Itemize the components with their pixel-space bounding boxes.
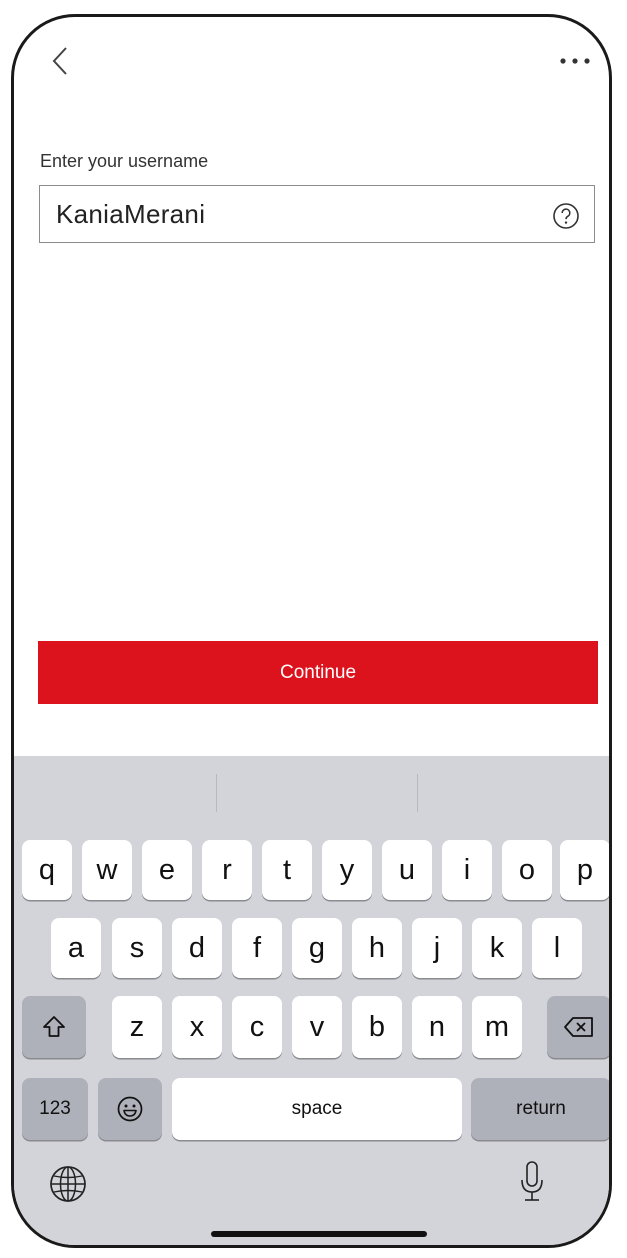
username-value[interactable]: KaniaMerani (56, 199, 205, 230)
space-key[interactable]: space (172, 1078, 462, 1140)
key-l[interactable]: l (532, 918, 582, 978)
globe-icon (50, 1166, 86, 1202)
return-key[interactable]: return (471, 1078, 609, 1140)
globe-button[interactable] (48, 1164, 88, 1204)
emoji-icon (117, 1096, 143, 1122)
back-button[interactable] (50, 45, 72, 77)
key-z[interactable]: z (112, 996, 162, 1058)
key-j[interactable]: j (412, 918, 462, 978)
shift-key[interactable] (22, 996, 86, 1058)
key-p[interactable]: p (560, 840, 609, 900)
key-g[interactable]: g (292, 918, 342, 978)
numbers-key[interactable]: 123 (22, 1078, 88, 1140)
microphone-icon (521, 1161, 543, 1201)
question-circle-icon (553, 203, 579, 229)
top-navigation-bar (14, 17, 609, 87)
more-options-button[interactable] (555, 53, 599, 69)
phone-frame: Enter your username KaniaMerani Continue… (11, 14, 612, 1248)
key-y[interactable]: y (322, 840, 372, 900)
key-q[interactable]: q (22, 840, 72, 900)
home-indicator (211, 1231, 427, 1237)
key-w[interactable]: w (82, 840, 132, 900)
help-button[interactable] (552, 202, 580, 230)
key-b[interactable]: b (352, 996, 402, 1058)
more-horizontal-icon (560, 58, 590, 64)
suggestion-divider (417, 774, 418, 812)
key-u[interactable]: u (382, 840, 432, 900)
suggestion-divider (216, 774, 217, 812)
key-i[interactable]: i (442, 840, 492, 900)
key-m[interactable]: m (472, 996, 522, 1058)
shift-icon (43, 1016, 65, 1037)
key-t[interactable]: t (262, 840, 312, 900)
key-h[interactable]: h (352, 918, 402, 978)
key-x[interactable]: x (172, 996, 222, 1058)
username-input[interactable]: KaniaMerani (39, 185, 595, 243)
key-d[interactable]: d (172, 918, 222, 978)
key-n[interactable]: n (412, 996, 462, 1058)
chevron-left-icon (52, 47, 67, 75)
key-a[interactable]: a (51, 918, 101, 978)
backspace-key[interactable] (547, 996, 609, 1058)
backspace-icon (564, 1017, 593, 1037)
key-c[interactable]: c (232, 996, 282, 1058)
key-k[interactable]: k (472, 918, 522, 978)
key-r[interactable]: r (202, 840, 252, 900)
key-s[interactable]: s (112, 918, 162, 978)
key-e[interactable]: e (142, 840, 192, 900)
key-f[interactable]: f (232, 918, 282, 978)
emoji-key[interactable] (98, 1078, 162, 1140)
username-label: Enter your username (40, 151, 209, 171)
key-v[interactable]: v (292, 996, 342, 1058)
continue-button[interactable]: Continue (38, 641, 598, 704)
microphone-button[interactable] (519, 1160, 545, 1204)
key-o[interactable]: o (502, 840, 552, 900)
